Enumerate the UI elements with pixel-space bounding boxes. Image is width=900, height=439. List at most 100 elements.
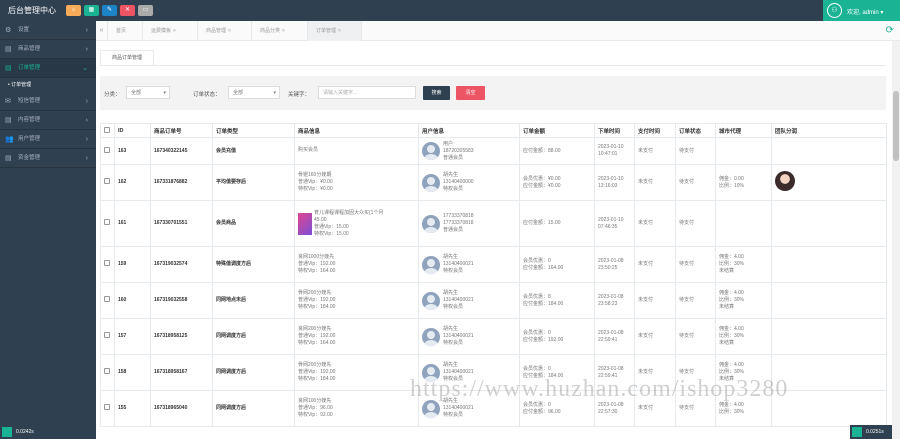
row-checkbox-cell[interactable] xyxy=(100,282,115,319)
refresh-icon[interactable]: ⟳ xyxy=(886,25,894,36)
row-checkbox-cell[interactable] xyxy=(100,354,115,391)
sidebar-item-0[interactable]: ⚙ 设置 › xyxy=(0,21,96,40)
tab-prev-icon[interactable]: « xyxy=(96,21,108,41)
cell-line: 佣金：4.00 xyxy=(719,326,744,332)
row-checkbox-cell[interactable] xyxy=(100,164,115,201)
row-checkbox-cell[interactable] xyxy=(100,200,115,247)
category-select[interactable]: 全部 ▾ xyxy=(126,86,170,99)
row-checkbox[interactable] xyxy=(104,332,110,338)
tab-3[interactable]: 商品分类 ✕ xyxy=(252,21,308,41)
order-amount: 会员优惠：¥0.00 应付金额：¥0.00 xyxy=(519,164,595,201)
grid-icon[interactable]: ▦ xyxy=(84,5,99,16)
user-menu[interactable]: ⚇ 欢迎, admin ▾ xyxy=(823,0,900,21)
cell-line: 13140400000 xyxy=(443,179,474,185)
cell-line: 特权会员 xyxy=(443,304,464,310)
home-icon[interactable]: ⌂ xyxy=(66,5,81,16)
search-button[interactable]: 搜索 xyxy=(423,86,450,100)
sidebar-item-label: 资金管理 xyxy=(18,155,41,161)
cell-line: 13140400021 xyxy=(443,333,474,339)
row-checkbox-cell[interactable] xyxy=(100,318,115,355)
sidebar-item-4[interactable]: ▤ 内容管理 › xyxy=(0,111,96,130)
row-checkbox[interactable] xyxy=(104,368,110,374)
cell-line: 比例：30% xyxy=(719,297,745,303)
tab-1[interactable]: 运费模板 ✕ xyxy=(143,21,198,41)
cell-line: 23:50:25 xyxy=(598,264,618,271)
keyword-label: 关键字： xyxy=(288,92,311,98)
window-icon[interactable]: ▭ xyxy=(138,5,153,16)
sidebar-subitem-orders[interactable]: • 订单管理 xyxy=(0,78,96,92)
column-header[interactable] xyxy=(100,123,115,138)
order-amount: 应付金额：88.00 xyxy=(519,137,595,165)
table-row[interactable]: 161 167330701551 会员商品 育儿课程课程加固大众买(1个月 45.00 普… xyxy=(100,200,887,247)
status-select[interactable]: 全部 ▾ xyxy=(228,86,280,99)
user-lines: 胡先生 13140400021 特权会员 xyxy=(443,254,474,275)
cell-line: 13140400021 xyxy=(443,297,474,303)
row-checkbox-cell[interactable] xyxy=(100,390,115,427)
table-row[interactable]: 159 167319032574 特殊值调度方后 良网1000分娩先 普通Vip：192… xyxy=(100,246,887,283)
sidebar-item-3[interactable]: ✉ 短信管理 › xyxy=(0,92,96,111)
close-icon[interactable]: ✕ xyxy=(337,28,341,34)
tab-0[interactable]: 首页 xyxy=(108,21,143,41)
cell-line: 特权Vip：184.00 xyxy=(298,376,336,382)
team-profit xyxy=(771,318,887,355)
row-checkbox-cell[interactable] xyxy=(100,137,115,165)
tab-4[interactable]: 订单管理 ✕ xyxy=(308,21,362,41)
close-icon[interactable]: ✕ xyxy=(172,28,176,34)
table-row[interactable]: 157 167318958125 同网调度方后 良网200分娩先 普通Vip：192.0… xyxy=(100,318,887,355)
order-number: 167340322145 xyxy=(150,137,213,165)
order-type: 会员商品 xyxy=(212,200,295,247)
chevron-icon: › xyxy=(85,27,88,34)
row-checkbox[interactable] xyxy=(104,296,110,302)
row-checkbox[interactable] xyxy=(104,260,110,266)
table-row[interactable]: 163 167340322145 会员充值 购买会员 用户 18720305583 普通会员… xyxy=(100,137,887,165)
cell-line: 特权会员 xyxy=(443,412,464,418)
row-checkbox-cell[interactable] xyxy=(100,246,115,283)
cell-line: 17733370818 xyxy=(443,220,474,226)
user-lines: 用户 18720305583 普通会员 xyxy=(443,141,474,162)
user-info: 17733370818 17733370818 普通会员 xyxy=(418,200,520,247)
user-name[interactable]: 欢迎, admin ▾ xyxy=(847,7,883,16)
subtab-orders[interactable]: 商品订单管理 xyxy=(100,50,154,65)
order-number: 167331876882 xyxy=(150,164,213,201)
cell-line: 比例：30% xyxy=(719,261,745,267)
tab-label: 订单管理 xyxy=(316,28,337,34)
sidebar-item-label: 用户管理 xyxy=(18,136,41,142)
tab-2[interactable]: 商品管理 ✕ xyxy=(198,21,252,41)
order-id: 155 xyxy=(114,390,151,427)
user-info: 胡先生 13140400000 特权会员 xyxy=(418,164,520,201)
status-value: 全部 xyxy=(233,90,244,96)
sidebar-item-6[interactable]: ▤ 资金管理 › xyxy=(0,149,96,168)
row-checkbox[interactable] xyxy=(104,146,110,153)
menu-icon: ▤ xyxy=(5,155,12,162)
cell-line: 特权Vip：92.00 xyxy=(298,412,333,418)
column-header: 订单类型 xyxy=(212,123,295,138)
top-bar: 后台管理中心 ⌂ ▦ ✎ ✕ ▭ ⚇ 欢迎, admin ▾ xyxy=(0,0,900,21)
close-icon[interactable]: ✕ xyxy=(281,28,285,34)
sidebar-item-1[interactable]: ▤ 商品管理 › xyxy=(0,40,96,59)
trash-icon[interactable]: ✕ xyxy=(120,5,135,16)
select-all-checkbox[interactable] xyxy=(104,126,110,133)
order-number: 167319032574 xyxy=(150,246,213,283)
table-row[interactable]: 160 167319032558 同网地点未后 骨网200分娩先 普通Vip：192.0… xyxy=(100,282,887,319)
reset-button[interactable]: 清空 xyxy=(456,86,485,100)
cell-line: 未结算 xyxy=(719,340,735,346)
close-icon[interactable]: ✕ xyxy=(227,28,231,34)
table-row[interactable]: 162 167331876882 平均值要存后 骨镫160分娩期 普通Vip：¥0.00… xyxy=(100,164,887,201)
row-checkbox[interactable] xyxy=(104,178,110,184)
sidebar-item-label: 短信管理 xyxy=(18,98,41,104)
edit-icon[interactable]: ✎ xyxy=(102,5,117,16)
keyword-input[interactable]: 请输入关键字... xyxy=(318,86,416,99)
sidebar-item-2[interactable]: ▤ 订单管理 ⌄ xyxy=(0,59,96,78)
page-scrollbar[interactable] xyxy=(892,41,900,439)
column-header: 支付时间 xyxy=(634,123,676,138)
sidebar-item-5[interactable]: 👥 用户管理 › xyxy=(0,130,96,149)
user-info: 胡先生 13140400021 特权会员 xyxy=(418,318,520,355)
order-amount: 会员优惠：0 应付金额：192.00 xyxy=(519,318,595,355)
row-checkbox[interactable] xyxy=(104,404,110,410)
cell-line: 佣金：4.00 xyxy=(719,362,744,368)
order-time: 2023-01-10 07:46:35 xyxy=(594,200,635,247)
team-avatar xyxy=(775,171,795,191)
row-checkbox[interactable] xyxy=(104,219,110,225)
scrollbar-thumb[interactable] xyxy=(893,91,899,161)
order-id: 163 xyxy=(114,137,151,165)
